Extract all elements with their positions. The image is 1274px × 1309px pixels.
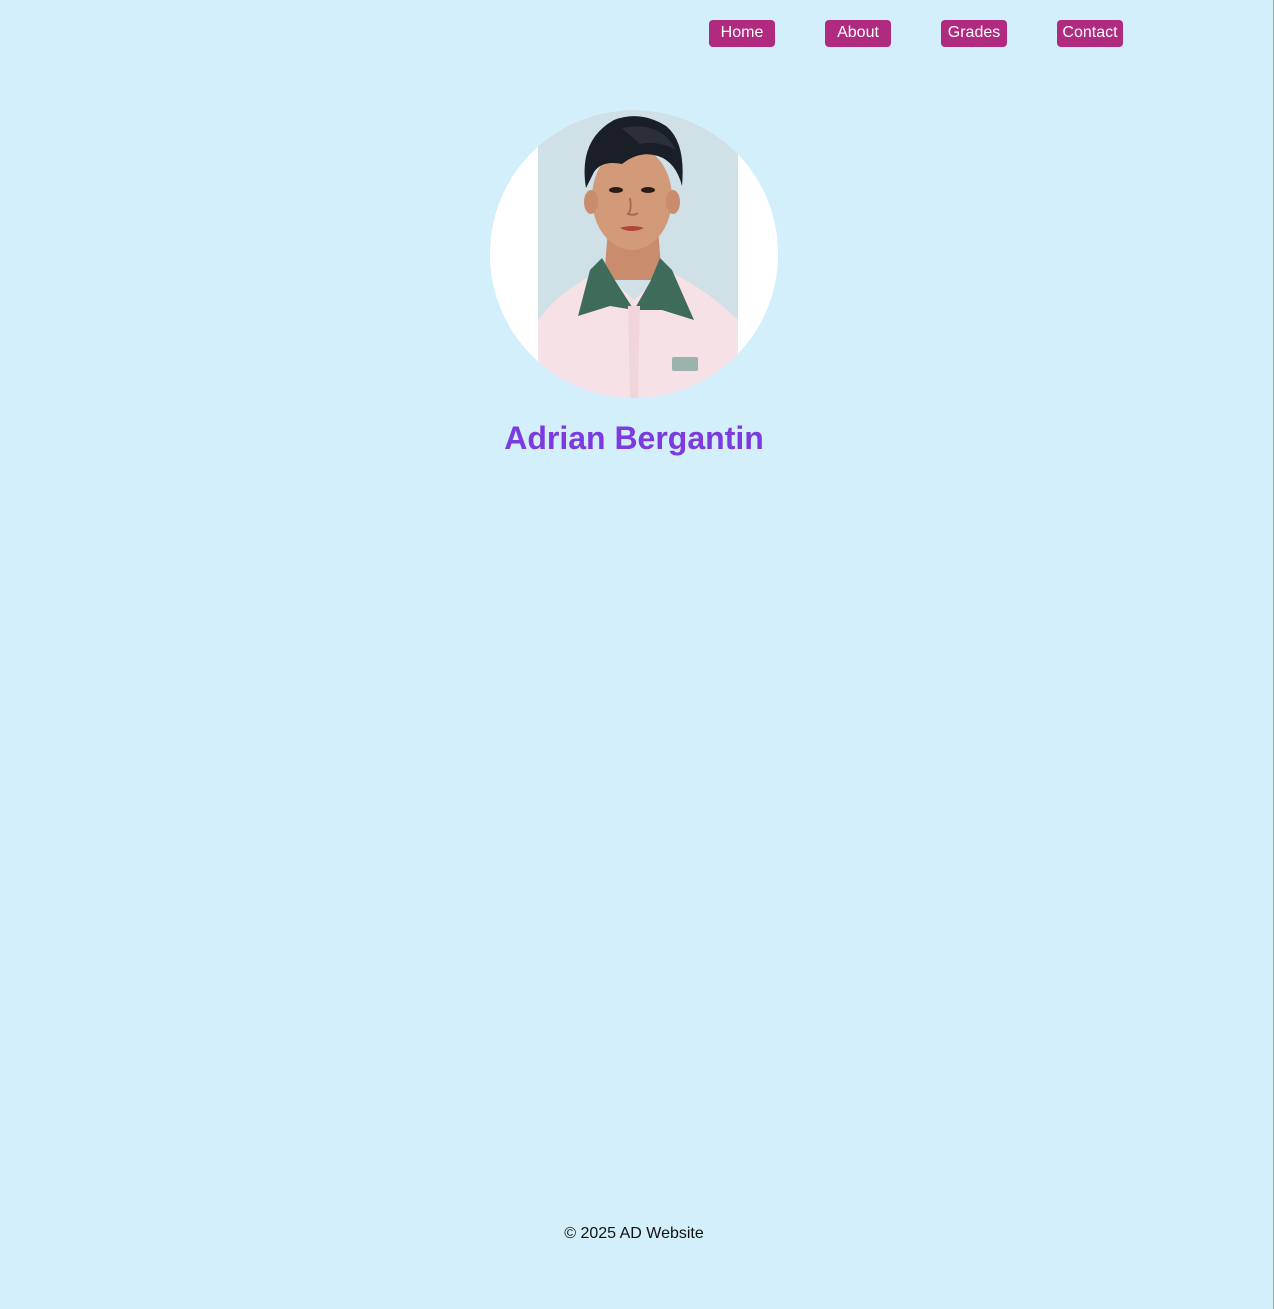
profile-name: Adrian Bergantin (504, 420, 764, 456)
top-navigation: Home About Grades Contact (0, 20, 1274, 48)
footer-copyright: © 2025 AD Website (564, 1225, 704, 1242)
nav-home-button[interactable]: Home (709, 20, 775, 47)
nav-grades-button[interactable]: Grades (941, 20, 1007, 47)
profile-photo (490, 110, 778, 398)
nav-about-button[interactable]: About (825, 20, 891, 47)
nav-contact-button[interactable]: Contact (1057, 20, 1123, 47)
profile-photo-illustration (490, 110, 778, 398)
